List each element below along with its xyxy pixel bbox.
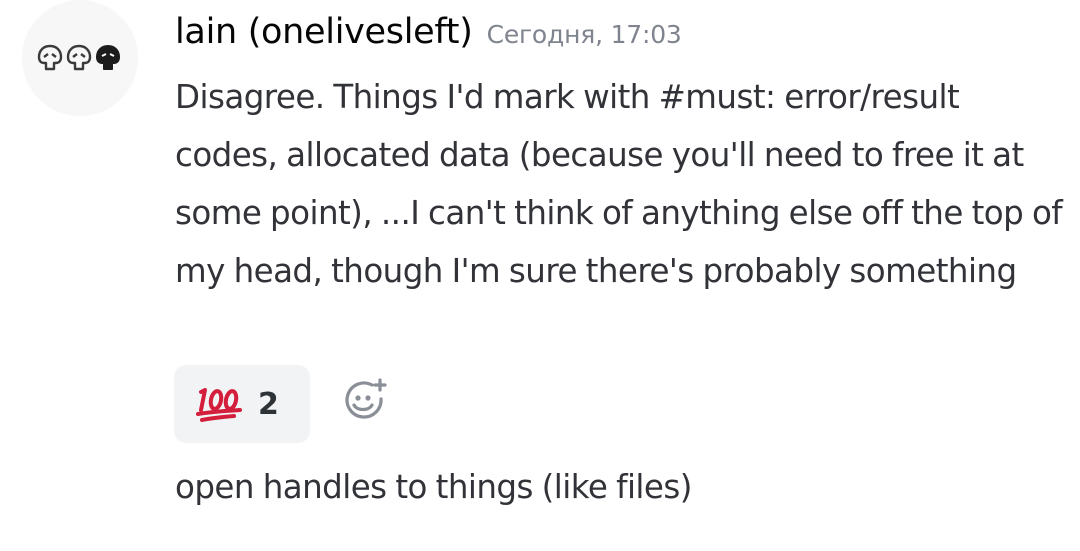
message-header: lain (onelivesleft) Сегодня, 17:03 — [175, 4, 682, 60]
avatar[interactable] — [22, 0, 138, 116]
hundred-points-icon — [196, 388, 242, 422]
add-reaction-button[interactable] — [342, 378, 388, 424]
reactions-bar: 2 — [174, 365, 388, 443]
reaction-hundred-points[interactable]: 2 — [174, 365, 310, 443]
message-text: Disagree. Things I'd mark with #must: er… — [175, 78, 1063, 290]
message-text-followup: open handles to things (like files) — [175, 468, 692, 506]
reaction-count: 2 — [258, 386, 279, 422]
username[interactable]: lain (onelivesleft) — [175, 4, 473, 60]
add-reaction-smiley-icon — [345, 378, 387, 419]
timestamp[interactable]: Сегодня, 17:03 — [487, 7, 682, 63]
trio-heads-icon — [37, 44, 120, 71]
